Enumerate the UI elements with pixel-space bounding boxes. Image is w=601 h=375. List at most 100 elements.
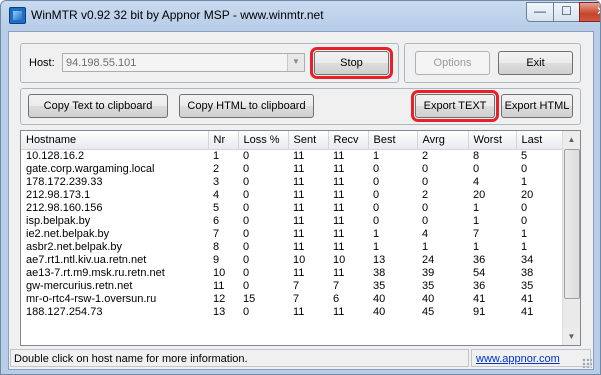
column-header[interactable]: Nr <box>208 131 239 150</box>
hostname-cell[interactable]: gate.corp.wargaming.local <box>21 163 208 176</box>
copy-text-button[interactable]: Copy Text to clipboard <box>28 94 168 118</box>
column-header[interactable]: Recv <box>328 131 369 150</box>
hostname-cell[interactable]: 188.127.254.73 <box>21 306 208 319</box>
hostname-cell[interactable]: ae13-7.rt.m9.msk.ru.retn.net <box>21 267 208 280</box>
table-cell: 2 <box>422 189 429 201</box>
table-cell: 45 <box>422 306 435 318</box>
table-cell: 0 <box>521 215 528 227</box>
minimize-button[interactable]: — <box>526 2 554 22</box>
hostname-cell[interactable]: ie2.net.belpak.by <box>21 228 208 241</box>
chevron-down-icon[interactable]: ▼ <box>287 54 304 71</box>
hostname-cell[interactable]: 212.98.160.156 <box>21 202 208 215</box>
table-cell: 7 <box>293 280 300 292</box>
column-header[interactable]: Sent <box>288 131 329 150</box>
table-cell: 0 <box>243 280 250 292</box>
table-cell: 38 <box>521 267 534 279</box>
table-cell: 11 <box>293 189 305 201</box>
table-row[interactable]: 212.98.173.1 4 0 11 11 0 2 20 20 <box>21 189 563 202</box>
hostname-cell[interactable]: 212.98.173.1 <box>21 189 208 202</box>
table-cell: 0 <box>521 202 528 214</box>
hostname-cell[interactable]: 10.128.16.2 <box>21 150 208 164</box>
column-header[interactable]: Loss % <box>238 131 289 150</box>
table-cell: 36 <box>473 254 486 266</box>
column-header[interactable]: Hostname <box>21 131 209 150</box>
title-bar[interactable]: WinMTR v0.92 32 bit by Appnor MSP - www.… <box>1 1 600 31</box>
table-cell: 6 <box>213 215 220 227</box>
table-row[interactable]: isp.belpak.by 6 0 11 11 0 0 1 0 <box>21 215 563 228</box>
table-cell: 11 <box>333 241 345 253</box>
hostname-cell[interactable]: 178.172.239.33 <box>21 176 208 189</box>
table-row[interactable]: asbr2.net.belpak.by 8 0 11 11 1 1 1 1 <box>21 241 563 254</box>
scroll-up-icon[interactable]: ▲ <box>563 131 580 148</box>
table-cell: 0 <box>243 163 250 175</box>
table-cell: 11 <box>293 215 305 227</box>
table-cell: 0 <box>243 150 250 162</box>
table-row[interactable]: 10.128.16.2 1 0 11 11 1 2 8 5 <box>21 150 563 164</box>
hostname-cell[interactable]: ae7.rt1.ntl.kiv.ua.retn.net <box>21 254 208 267</box>
table-cell: 0 <box>422 163 429 175</box>
table-cell: 39 <box>422 267 435 279</box>
scroll-down-icon[interactable]: ▼ <box>563 328 580 345</box>
table-row[interactable]: 178.172.239.33 3 0 11 11 0 0 4 1 <box>21 176 563 189</box>
table-cell: 0 <box>422 202 429 214</box>
results-table[interactable]: Hostname Nr Loss % Sent Recv Best Avrg Worst Las… <box>20 130 581 346</box>
table-cell: 0 <box>243 267 250 279</box>
table-cell: 7 <box>473 228 480 240</box>
table-cell: 0 <box>422 215 429 227</box>
table-cell: 2 <box>422 150 429 162</box>
table-body: 10.128.16.2 1 0 11 11 1 2 8 5 gate.corp.wargaming… <box>21 150 563 320</box>
table-row[interactable]: ie2.net.belpak.by 7 0 11 11 1 4 7 1 <box>21 228 563 241</box>
table-cell: 11 <box>293 241 305 253</box>
table-cell: 11 <box>293 150 305 162</box>
hostname-cell[interactable]: gw-mercurius.retn.net <box>21 280 208 293</box>
maximize-button[interactable]: ☐ <box>553 2 580 22</box>
table-cell: 0 <box>373 163 380 175</box>
appnor-link[interactable]: www.appnor.com <box>476 353 560 365</box>
vertical-scrollbar[interactable]: ▲ ▼ <box>562 131 580 345</box>
table-cell: 11 <box>333 228 345 240</box>
hostname-cell[interactable]: isp.belpak.by <box>21 215 208 228</box>
column-header[interactable]: Avrg <box>417 131 469 150</box>
winmtr-window: WinMTR v0.92 32 bit by Appnor MSP - www.… <box>0 0 601 375</box>
table-row[interactable]: gw-mercurius.retn.net 11 0 7 7 35 35 36 35 <box>21 280 563 293</box>
table-row[interactable]: mr-o-rtc4-rsw-1.oversun.ru 12 15 7 6 40 40 41 41 <box>21 293 563 306</box>
hostname-cell[interactable]: asbr2.net.belpak.by <box>21 241 208 254</box>
table-row[interactable]: ae13-7.rt.m9.msk.ru.retn.net 10 0 11 11 38 39 5… <box>21 267 563 280</box>
copy-html-button[interactable]: Copy HTML to clipboard <box>179 94 314 118</box>
table-cell: 20 <box>521 189 534 201</box>
table-cell: 1 <box>521 228 528 240</box>
table-cell: 0 <box>243 176 250 188</box>
resize-grip-icon[interactable] <box>582 358 592 368</box>
table-cell: 41 <box>521 306 534 318</box>
options-button[interactable]: Options <box>415 51 490 75</box>
table-cell: 11 <box>293 163 305 175</box>
table-cell: 15 <box>243 293 256 305</box>
table-cell: 35 <box>521 280 534 292</box>
hostname-cell[interactable]: mr-o-rtc4-rsw-1.oversun.ru <box>21 293 208 306</box>
export-text-button[interactable]: Export TEXT <box>411 90 499 122</box>
column-header[interactable]: Worst <box>468 131 517 150</box>
host-combobox[interactable]: ▼ <box>62 53 305 72</box>
column-header[interactable]: Last <box>516 131 564 150</box>
stop-button[interactable]: Stop <box>310 47 393 79</box>
table-row[interactable]: gate.corp.wargaming.local 2 0 11 11 0 0 0 0 <box>21 163 563 176</box>
table-cell: 0 <box>243 215 250 227</box>
table-cell: 8 <box>213 241 220 253</box>
host-input[interactable] <box>63 54 289 71</box>
winmtr-app-icon <box>9 7 26 24</box>
column-header[interactable]: Best <box>368 131 418 150</box>
table-cell: 24 <box>422 254 435 266</box>
close-button[interactable]: ✕ <box>579 2 600 22</box>
table-cell: 0 <box>373 176 380 188</box>
export-html-button[interactable]: Export HTML <box>501 94 573 118</box>
table-cell: 0 <box>243 189 250 201</box>
table-row[interactable]: ae7.rt1.ntl.kiv.ua.retn.net 9 0 10 10 13 24 36 3… <box>21 254 563 267</box>
table-cell: 9 <box>213 254 220 266</box>
table-row[interactable]: 212.98.160.156 5 0 11 11 0 0 1 0 <box>21 202 563 215</box>
table-row[interactable]: 188.127.254.73 13 0 11 11 40 45 91 41 <box>21 306 563 319</box>
scrollbar-thumb[interactable] <box>564 149 580 299</box>
table-cell: 6 <box>333 293 340 305</box>
table-cell: 0 <box>243 241 250 253</box>
table-cell: 34 <box>521 254 534 266</box>
exit-button[interactable]: Exit <box>498 51 573 75</box>
